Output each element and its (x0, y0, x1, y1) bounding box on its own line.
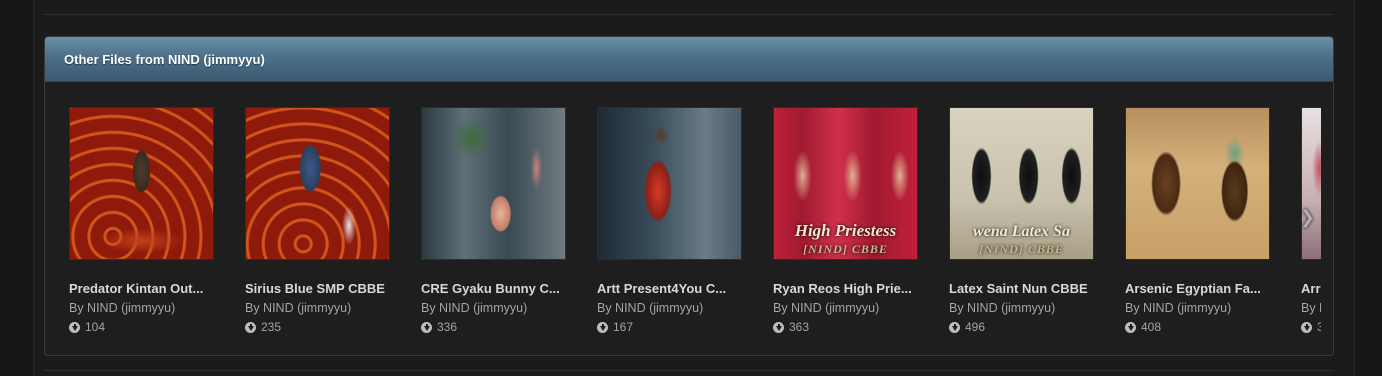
thumbnail-caption: High Priestess (794, 221, 897, 240)
file-downloads: 363 (773, 320, 923, 334)
file-author[interactable]: By NIND (jimmyyu) (949, 301, 1099, 315)
file-downloads: 408 (1125, 320, 1275, 334)
file-title[interactable]: Arsenic Egyptian Fa... (1125, 281, 1273, 296)
download-count: 336 (437, 320, 458, 334)
download-count: 496 (965, 320, 986, 334)
thumbnail-subcaption: [NIND] CBBE (803, 242, 888, 256)
file-thumbnail[interactable] (421, 107, 566, 260)
download-icon (597, 321, 608, 333)
file-author[interactable]: By NIND (jimmyyu) (1125, 301, 1275, 315)
download-count: 167 (613, 320, 634, 334)
file-card[interactable]: CRE Gyaku Bunny C... By NIND (jimmyyu) 3… (421, 107, 571, 334)
file-downloads: 235 (245, 320, 395, 334)
other-files-panel: Other Files from NIND (jimmyyu) Predator… (44, 36, 1334, 356)
download-count: 408 (1141, 320, 1162, 334)
file-card[interactable]: Predator Kintan Out... By NIND (jimmyyu)… (69, 107, 219, 334)
download-icon (949, 321, 960, 333)
file-card[interactable]: High Priestess [NIND] CBBE Ryan Reos Hig… (773, 107, 923, 334)
carousel-track: Predator Kintan Out... By NIND (jimmyyu)… (45, 82, 1321, 355)
chevron-right-icon[interactable]: ❯ (1300, 207, 1315, 228)
file-downloads: 167 (597, 320, 747, 334)
download-icon (69, 321, 80, 333)
divider-top (44, 14, 1334, 15)
file-thumbnail[interactable]: wena Latex Sa [NIND] CBBE (949, 107, 1094, 260)
file-author[interactable]: By N (1301, 301, 1321, 315)
file-thumbnail[interactable] (245, 107, 390, 260)
file-title[interactable]: Latex Saint Nun CBBE (949, 281, 1097, 296)
file-downloads: 336 (421, 320, 571, 334)
file-downloads: 3 (1301, 320, 1321, 334)
panel-header: Other Files from NIND (jimmyyu) (45, 37, 1333, 82)
file-title[interactable]: Ryan Reos High Prie... (773, 281, 921, 296)
divider-bottom (44, 370, 1334, 371)
file-downloads: 496 (949, 320, 1099, 334)
file-title[interactable]: Artt Present4You C... (597, 281, 745, 296)
carousel-edge (1321, 82, 1333, 355)
files-carousel: Predator Kintan Out... By NIND (jimmyyu)… (45, 82, 1333, 355)
panel-title: Other Files from NIND (jimmyyu) (64, 51, 265, 67)
file-author[interactable]: By NIND (jimmyyu) (421, 301, 571, 315)
file-thumbnail[interactable] (1301, 107, 1321, 260)
file-author[interactable]: By NIND (jimmyyu) (597, 301, 747, 315)
download-count: 104 (85, 320, 106, 334)
file-title[interactable]: CRE Gyaku Bunny C... (421, 281, 569, 296)
download-icon (773, 321, 784, 333)
file-card[interactable]: wena Latex Sa [NIND] CBBE Latex Saint Nu… (949, 107, 1099, 334)
file-thumbnail[interactable] (69, 107, 214, 260)
file-card[interactable]: Sirius Blue SMP CBBE By NIND (jimmyyu) 2… (245, 107, 395, 334)
file-title[interactable]: Predator Kintan Out... (69, 281, 217, 296)
download-count: 235 (261, 320, 282, 334)
download-count: 363 (789, 320, 810, 334)
file-card[interactable]: Artt Present4You C... By NIND (jimmyyu) … (597, 107, 747, 334)
file-thumbnail[interactable] (597, 107, 742, 260)
file-author[interactable]: By NIND (jimmyyu) (245, 301, 395, 315)
file-thumbnail[interactable]: High Priestess [NIND] CBBE (773, 107, 918, 260)
file-downloads: 104 (69, 320, 219, 334)
file-author[interactable]: By NIND (jimmyyu) (773, 301, 923, 315)
download-icon (1301, 321, 1312, 333)
download-icon (1125, 321, 1136, 333)
file-title[interactable]: Sirius Blue SMP CBBE (245, 281, 393, 296)
download-icon (245, 321, 256, 333)
thumbnail-caption: wena Latex Sa (973, 223, 1070, 240)
thumbnail-subcaption: [NIND] CBBE (979, 242, 1064, 256)
file-thumbnail[interactable] (1125, 107, 1270, 260)
file-card[interactable]: Arsenic Egyptian Fa... By NIND (jimmyyu)… (1125, 107, 1275, 334)
download-icon (421, 321, 432, 333)
file-title[interactable]: Arr (1301, 281, 1321, 296)
file-author[interactable]: By NIND (jimmyyu) (69, 301, 219, 315)
